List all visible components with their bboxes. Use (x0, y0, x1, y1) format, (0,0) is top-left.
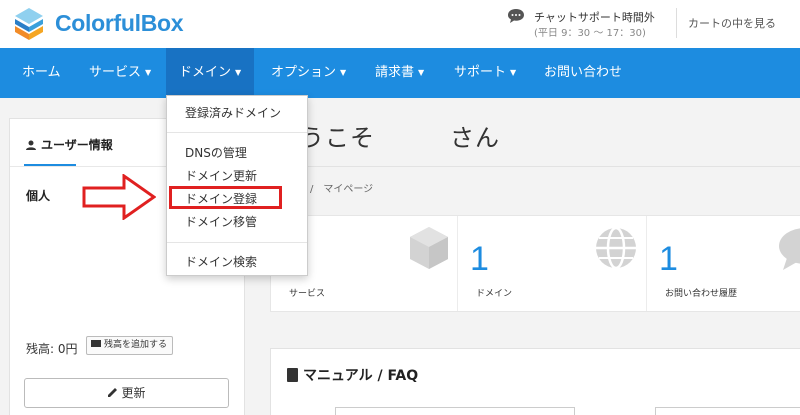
menu-item-domain-renewal[interactable]: ドメイン更新 (185, 167, 257, 184)
site-header: ColorfulBox チャットサポート時間外 (平日 9：30 〜 17：30… (0, 0, 800, 48)
manual-faq-panel: マニュアル / FAQ (270, 348, 800, 415)
update-button[interactable]: 更新 (24, 378, 229, 408)
stat-inquiries[interactable]: 1 お問い合わせ履歴 (647, 216, 800, 311)
account-type: 個人 (26, 189, 51, 203)
nav-support[interactable]: サポート ▼ (454, 48, 516, 98)
caret-down-icon: ▼ (145, 68, 152, 77)
menu-item-domain-transfer[interactable]: ドメイン移管 (185, 213, 257, 230)
manual-card[interactable] (655, 407, 800, 415)
user-icon (26, 140, 36, 150)
divider (280, 166, 800, 167)
menu-item-registered-domains[interactable]: 登録済みドメイン (185, 104, 281, 121)
annotation-highlight-box (169, 186, 282, 209)
annotation-arrow-icon (82, 174, 156, 220)
menu-item-domain-search[interactable]: ドメイン検索 (185, 253, 257, 270)
comment-icon (779, 228, 800, 270)
caret-down-icon: ▼ (340, 68, 347, 77)
add-balance-button[interactable]: 残高を追加する (86, 336, 174, 355)
stat-value: 1 (470, 240, 489, 278)
chat-bubble-icon (508, 9, 524, 23)
view-cart-link[interactable]: カートの中を見る (688, 15, 776, 31)
nav-options[interactable]: オプション ▼ (271, 48, 346, 98)
main-navbar: ホーム サービス ▼ ドメイン ▼ オプション ▼ 請求書 ▼ サポート ▼ お問い合わせ (0, 48, 800, 98)
stat-label: ドメイン (476, 289, 513, 299)
chat-support-hours: (平日 9：30 〜 17：30) (534, 28, 646, 39)
stat-value: 1 (659, 240, 678, 278)
colorfulbox-logo-icon[interactable] (14, 7, 44, 41)
globe-icon (596, 226, 636, 270)
user-info-title: ユーザー情報 (26, 136, 113, 153)
nav-services[interactable]: サービス ▼ (89, 48, 151, 98)
stat-domains[interactable]: 1 ドメイン (458, 216, 647, 311)
caret-down-icon: ▼ (418, 68, 425, 77)
manual-faq-title: マニュアル / FAQ (287, 365, 418, 385)
manual-search-input[interactable] (335, 407, 575, 415)
nav-invoices[interactable]: 請求書 ▼ (375, 48, 424, 98)
balance-text: 残高: 0円 (26, 342, 78, 356)
menu-item-dns-management[interactable]: DNSの管理 (185, 144, 247, 161)
nav-contact[interactable]: お問い合わせ (544, 48, 622, 98)
stat-label: サービス (289, 289, 326, 299)
book-icon (287, 368, 298, 382)
nav-home[interactable]: ホーム (22, 48, 61, 98)
stats-panel: サービス 1 ドメイン 1 お問い合わせ履歴 (270, 215, 800, 312)
chat-support-status[interactable]: チャットサポート時間外 (534, 9, 655, 25)
breadcrumb[interactable]: / マイページ (310, 180, 373, 195)
stat-label: お問い合わせ履歴 (665, 289, 738, 299)
header-divider (676, 8, 677, 38)
caret-down-icon: ▼ (510, 68, 517, 77)
caret-down-icon: ▼ (235, 68, 242, 77)
menu-divider (167, 242, 307, 243)
money-icon (91, 340, 101, 347)
welcome-heading: うこそ さん (300, 124, 500, 152)
nav-domain[interactable]: ドメイン ▼ (166, 48, 255, 98)
menu-divider (167, 132, 307, 133)
brand-name[interactable]: ColorfulBox (55, 10, 184, 37)
box-icon (410, 227, 448, 269)
pencil-icon (108, 388, 118, 397)
